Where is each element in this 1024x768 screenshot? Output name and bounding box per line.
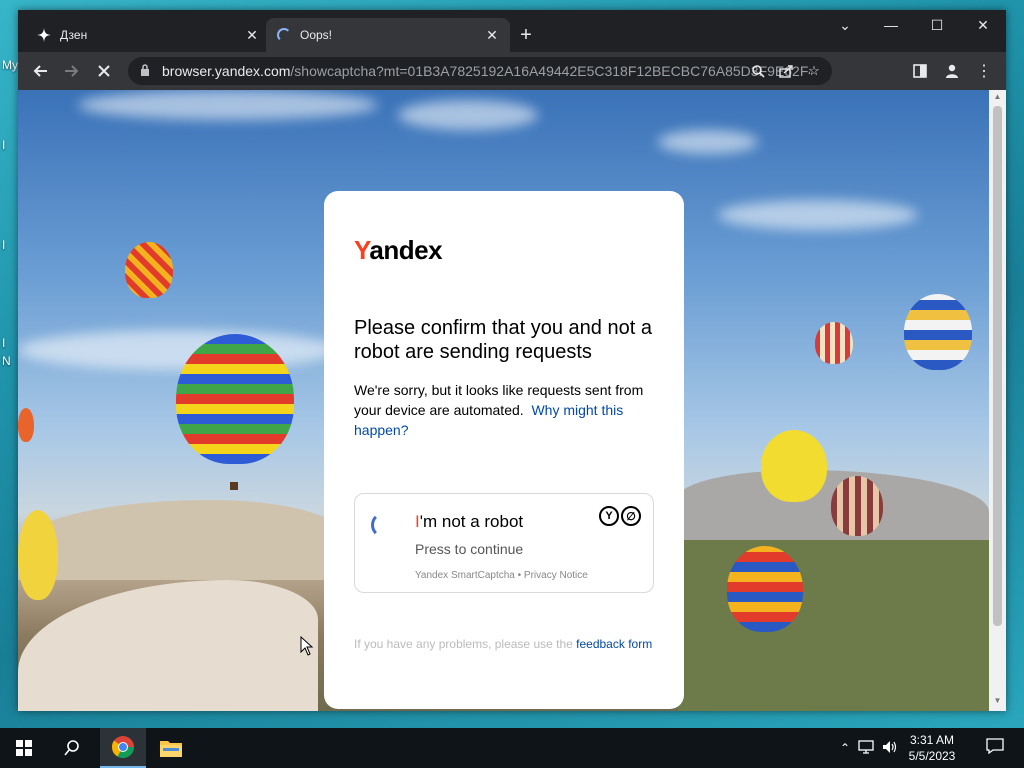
zoom-search-icon[interactable] [748,61,768,81]
taskbar-clock[interactable]: 3:31 AM 5/5/2023 [902,732,962,764]
stop-loading-button[interactable] [90,57,118,85]
desktop-icon-label[interactable]: I [2,138,5,152]
loading-spinner-icon [371,512,397,538]
tab-zen[interactable]: Дзен ✕ [26,18,270,52]
cloud-decoration [658,130,758,154]
mouse-cursor-icon [300,635,314,661]
captcha-card: Yandex Please confirm that you and not a… [324,191,684,709]
lock-icon[interactable] [140,63,152,79]
captcha-checkbox-widget[interactable]: I'm not a robot Press to continue Yandex… [354,493,654,593]
tab-search-chevron-icon[interactable]: ⌄ [822,10,868,40]
captcha-subtitle: Press to continue [415,541,524,557]
smartcaptcha-badge: Y ∅ [599,506,641,526]
hot-air-balloon [761,430,827,502]
page-title: Please confirm that you and not a robot … [354,317,652,363]
forward-button[interactable] [58,57,86,85]
close-window-button[interactable]: ✕ [960,10,1006,40]
valley-rock-formation [18,500,338,580]
taskbar: ⌃ 3:31 AM 5/5/2023 [0,728,1024,768]
hot-air-balloon [815,322,853,364]
zen-star-icon [36,27,52,43]
desktop-icon-label[interactable]: I [2,336,5,350]
profile-avatar-icon[interactable] [938,57,966,85]
tab-title: Oops! [300,28,333,42]
close-icon[interactable]: ✕ [244,27,260,44]
hot-air-balloon [831,476,883,536]
system-tray: ⌃ [840,728,898,768]
hot-air-balloon [727,546,803,632]
cloud-decoration [718,200,918,230]
cloud-decoration [398,100,538,130]
scroll-up-arrow-icon[interactable]: ▲ [993,92,1002,101]
scrollbar-thumb[interactable] [993,106,1002,626]
hot-air-balloon [18,510,58,600]
url-host: browser.yandex.com [162,63,291,79]
maximize-button[interactable]: ☐ [914,10,960,40]
file-explorer-taskbar-icon[interactable] [148,728,194,768]
feedback-text: If you have any problems, please use the [354,637,573,651]
volume-icon[interactable] [882,740,898,757]
browser-window: Дзен ✕ Oops! ✕ + ⌄ — ☐ ✕ browser.yandex.… [18,10,1006,711]
browser-toolbar: browser.yandex.com /showcaptcha?mt=01B3A… [18,52,1006,90]
hot-air-balloon [125,242,173,298]
scroll-down-arrow-icon[interactable]: ▼ [993,696,1002,705]
tab-strip: Дзен ✕ Oops! ✕ + ⌄ — ☐ ✕ [18,10,1006,52]
back-button[interactable] [26,57,54,85]
automation-notice: We're sorry, but it looks like requests … [354,380,654,440]
captcha-footer[interactable]: Yandex SmartCaptcha • Privacy Notice [415,570,588,581]
valley-trees [678,540,989,711]
hot-air-balloon [904,294,972,370]
minimize-button[interactable]: — [868,10,914,40]
feedback-form-link[interactable]: feedback form [576,637,652,651]
bookmark-star-icon[interactable]: ☆ [804,61,824,81]
url-path: /showcaptcha?mt=01B3A7825192A16A49442E5C… [290,63,811,79]
loading-spinner-icon [276,27,292,43]
desktop-icon-label[interactable]: I [2,238,5,252]
yandex-y-icon: Y [599,506,619,526]
balloon-basket [230,482,238,490]
menu-kebab-icon[interactable]: ⋮ [970,57,998,85]
address-bar[interactable]: browser.yandex.com /showcaptcha?mt=01B3A… [128,57,832,85]
feedback-note: If you have any problems, please use the… [354,635,654,653]
new-tab-button[interactable]: + [514,24,538,48]
yandex-logo: Yandex [354,235,443,265]
notification-icon[interactable] [986,738,1006,756]
hot-air-balloon [176,334,294,464]
search-icon[interactable] [52,728,92,768]
cloud-decoration [18,330,338,370]
desktop-icon-label[interactable]: My [2,58,18,72]
start-button[interactable] [4,728,44,768]
hot-air-balloon [18,408,34,442]
page-viewport: Yandex Please confirm that you and not a… [18,90,989,711]
tab-title: Дзен [60,28,88,42]
share-icon[interactable] [776,61,796,81]
tab-oops[interactable]: Oops! ✕ [266,18,510,52]
side-panel-icon[interactable] [906,57,934,85]
network-icon[interactable] [858,739,874,757]
cloud-decoration [78,90,378,120]
desktop-icon-label[interactable]: N [2,354,11,368]
clock-time: 3:31 AM [909,733,955,747]
vertical-scrollbar[interactable]: ▲ ▼ [989,90,1006,711]
valley-rock-formation [18,580,318,711]
clock-date: 5/5/2023 [908,749,956,763]
smartcaptcha-icon: ∅ [621,506,641,526]
close-icon[interactable]: ✕ [484,27,500,44]
captcha-title: I'm not a robot [415,512,524,531]
chevron-up-icon[interactable]: ⌃ [840,741,850,755]
chrome-taskbar-icon[interactable] [100,728,146,768]
